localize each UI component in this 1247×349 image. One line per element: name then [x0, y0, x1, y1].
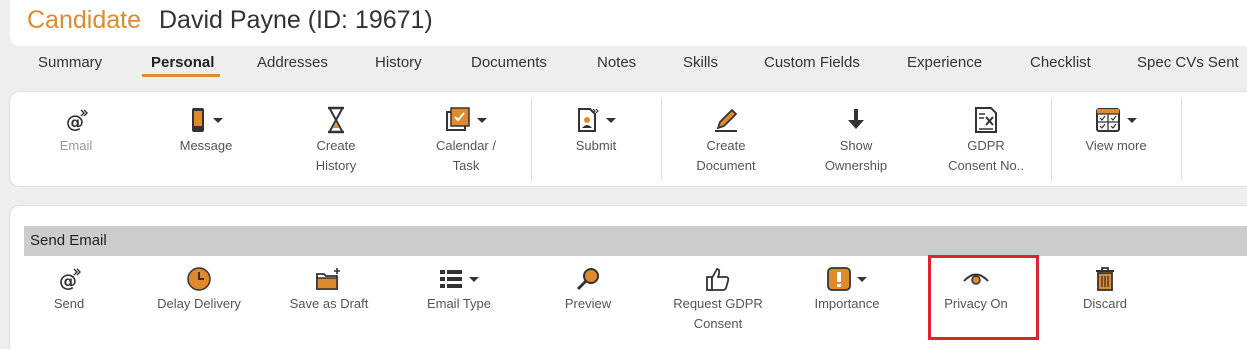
chevron-down-icon — [213, 117, 223, 123]
tab-spec-cvs-sent[interactable]: Spec CVs Sent — [1137, 54, 1239, 71]
email-label: Email — [59, 138, 93, 153]
calendar-grid-icon — [1096, 108, 1120, 132]
calendar-task-button[interactable]: Calendar / Task — [411, 104, 521, 176]
tab-skills[interactable]: Skills — [683, 54, 718, 71]
send-email-title: Send Email — [30, 232, 107, 249]
discard-label: Discard — [1082, 296, 1128, 311]
tab-notes[interactable]: Notes — [597, 54, 636, 71]
request-gdpr-consent-button[interactable]: Request GDPR Consent — [658, 264, 778, 334]
send-label: Send — [53, 296, 85, 311]
tab-checklist[interactable]: Checklist — [1030, 54, 1091, 71]
request-gdpr-label-line2: Consent — [693, 316, 743, 331]
gdpr-document-icon — [973, 104, 999, 136]
trash-icon — [1094, 264, 1116, 294]
arrow-down-icon — [845, 104, 867, 136]
pencil-icon — [713, 104, 739, 136]
view-more-button[interactable]: View more — [1061, 104, 1171, 156]
discard-button[interactable]: Discard — [1045, 264, 1165, 314]
mobile-phone-icon — [192, 108, 204, 132]
gdpr-label-line1: GDPR — [967, 138, 1005, 153]
calendar-label-line1: Calendar / — [436, 138, 496, 153]
magnifier-icon — [575, 264, 601, 294]
clock-icon — [186, 264, 212, 294]
tab-personal[interactable]: Personal — [151, 54, 214, 71]
toolbar-divider — [1181, 98, 1182, 180]
create-history-label-line2: History — [315, 158, 357, 173]
chevron-down-icon — [1127, 117, 1137, 123]
tab-history[interactable]: History — [375, 54, 422, 71]
message-button[interactable]: Message — [151, 104, 261, 156]
create-history-label-line1: Create — [316, 138, 356, 153]
active-tab-indicator — [142, 74, 220, 77]
importance-button[interactable]: Importance — [787, 264, 907, 314]
show-ownership-label-line2: Ownership — [824, 158, 888, 173]
request-gdpr-label-line1: Request GDPR — [673, 296, 763, 311]
email-at-icon: @ — [63, 104, 89, 136]
preview-button[interactable]: Preview — [528, 264, 648, 314]
email-at-icon: @ — [56, 264, 82, 294]
send-button[interactable]: @ Send — [9, 264, 129, 314]
message-label: Message — [179, 138, 233, 153]
calendar-check-icon — [446, 107, 470, 131]
delay-delivery-label: Delay Delivery — [157, 296, 241, 311]
hourglass-icon — [325, 104, 347, 136]
show-ownership-label-line1: Show — [839, 138, 873, 153]
highlight-box — [928, 255, 1039, 340]
tab-experience[interactable]: Experience — [907, 54, 982, 71]
create-document-button[interactable]: Create Document — [671, 104, 781, 176]
toolbar-divider — [1051, 98, 1052, 180]
chevron-down-icon — [477, 117, 487, 123]
thumbs-up-icon — [704, 264, 732, 294]
list-icon — [440, 270, 462, 288]
create-history-button[interactable]: Create History — [281, 104, 391, 176]
submit-label: Submit — [575, 138, 617, 153]
view-more-label: View more — [1085, 138, 1147, 153]
create-document-label-line2: Document — [696, 158, 756, 173]
toolbar-divider — [531, 98, 532, 180]
submit-button[interactable]: Submit — [541, 104, 651, 156]
submit-document-icon — [578, 108, 599, 132]
tab-summary[interactable]: Summary — [38, 54, 102, 71]
create-document-label-line1: Create — [706, 138, 746, 153]
save-as-draft-button[interactable]: Save as Draft — [269, 264, 389, 314]
save-as-draft-label: Save as Draft — [289, 296, 369, 311]
chevron-down-icon — [469, 276, 479, 282]
record-title: David Payne (ID: 19671) — [159, 6, 433, 34]
chevron-down-icon — [606, 117, 616, 123]
delay-delivery-button[interactable]: Delay Delivery — [139, 264, 259, 314]
gdpr-consent-button[interactable]: GDPR Consent No.. — [931, 104, 1041, 176]
chevron-down-icon — [857, 276, 867, 282]
tab-documents[interactable]: Documents — [471, 54, 547, 71]
tab-addresses[interactable]: Addresses — [257, 54, 328, 71]
exclamation-icon — [827, 267, 851, 291]
show-ownership-button[interactable]: Show Ownership — [801, 104, 911, 176]
calendar-label-line2: Task — [452, 158, 480, 173]
email-type-button[interactable]: Email Type — [399, 264, 519, 314]
toolbar-divider — [661, 98, 662, 180]
entity-type-label: Candidate — [27, 6, 141, 34]
send-email-header: Send Email — [24, 226, 1247, 256]
record-header: Candidate David Payne (ID: 19671) — [10, 0, 1247, 46]
email-button[interactable]: @ Email — [21, 104, 131, 156]
preview-label: Preview — [564, 296, 612, 311]
folder-add-icon — [315, 264, 343, 294]
gdpr-label-line2: Consent No.. — [948, 158, 1024, 173]
importance-label: Importance — [814, 296, 880, 311]
tab-custom-fields[interactable]: Custom Fields — [764, 54, 860, 71]
email-type-label: Email Type — [426, 296, 492, 311]
